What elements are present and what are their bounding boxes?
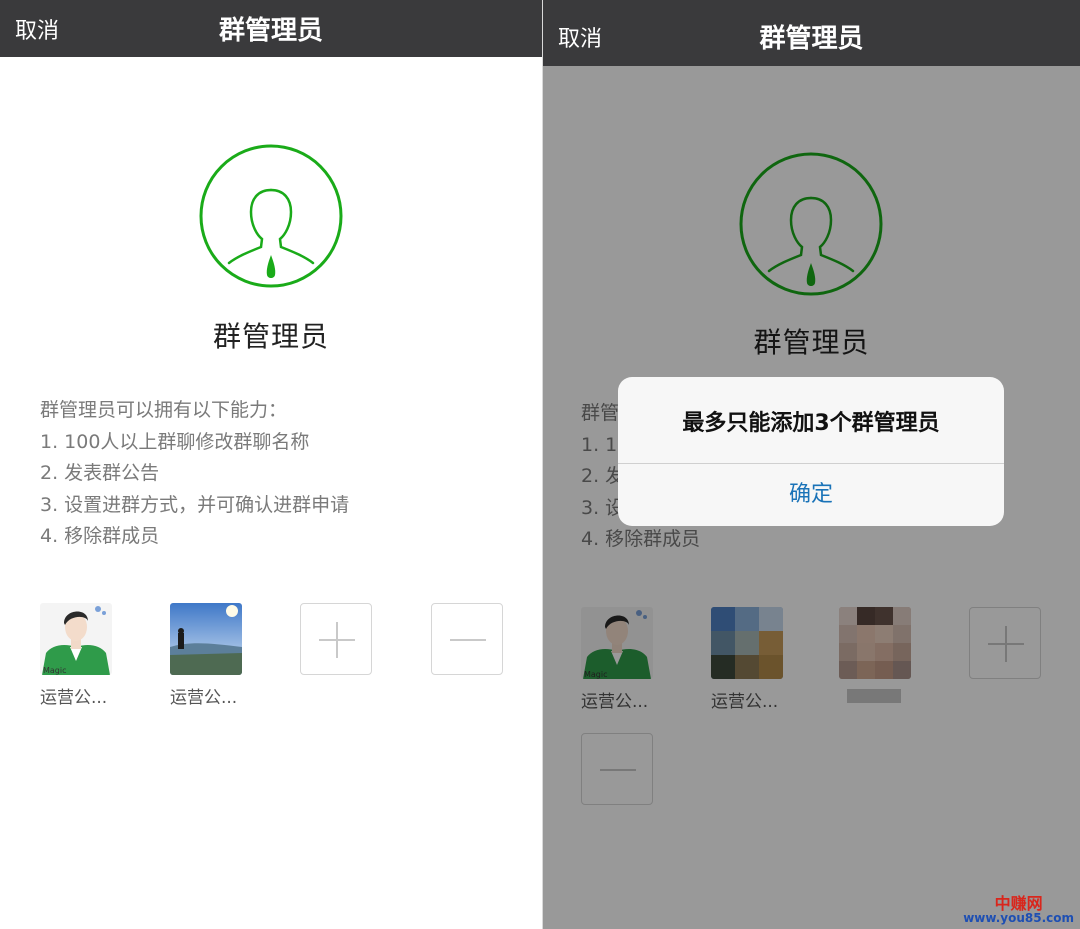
remove-admin-button[interactable] [431, 603, 503, 675]
minus-icon [450, 639, 486, 641]
capability-list: 群管理员可以拥有以下能力： 1. 100人以上群聊修改群聊名称 2. 发表群公告… [40, 395, 349, 553]
avatar [170, 603, 242, 675]
watermark-logo: 中赚网 www.you85.com [963, 895, 1074, 925]
alert-message: 最多只能添加3个群管理员 [682, 411, 940, 436]
screen-group-admin: 取消 群管理员 群管理员 群管理员可以拥有以下能力： 1. 100人以上群聊修改… [0, 0, 542, 929]
member-item[interactable]: Magic 运营公... [40, 603, 112, 708]
capability-item: 4. 移除群成员 [40, 525, 160, 547]
member-name: 运营公... [40, 688, 108, 708]
capability-item: 3. 设置进群方式，并可确认进群申请 [40, 493, 350, 516]
navigation-bar: 取消 群管理员 [543, 0, 1080, 66]
member-item[interactable]: 运营公... [170, 603, 242, 708]
capability-heading: 群管理员可以拥有以下能力： [40, 399, 288, 421]
admin-person-icon [199, 144, 343, 288]
add-admin-button[interactable] [300, 603, 372, 675]
hero-title: 群管理员 [212, 320, 329, 353]
plus-icon [319, 622, 355, 658]
member-name: 运营公... [170, 688, 238, 708]
page-title: 群管理员 [759, 24, 864, 54]
navigation-bar: 取消 群管理员 [0, 0, 542, 57]
watermark-brand: 中赚网 [994, 894, 1043, 913]
alert-dialog: 最多只能添加3个群管理员 确定 [618, 377, 1004, 526]
screen-group-admin-alert: 取消 群管理员 群管理员 群管 1. 10 2. 发 3. 设 4. 移除群成员… [543, 0, 1080, 929]
watermark-url: www.you85.com [963, 911, 1074, 925]
confirm-button[interactable]: 确定 [618, 464, 1004, 526]
capability-item: 1. 100人以上群聊修改群聊名称 [40, 430, 310, 453]
avatar: Magic [40, 603, 112, 675]
svg-text:Magic: Magic [43, 666, 67, 675]
capability-item: 2. 发表群公告 [40, 462, 160, 484]
page-title: 群管理员 [218, 16, 323, 46]
